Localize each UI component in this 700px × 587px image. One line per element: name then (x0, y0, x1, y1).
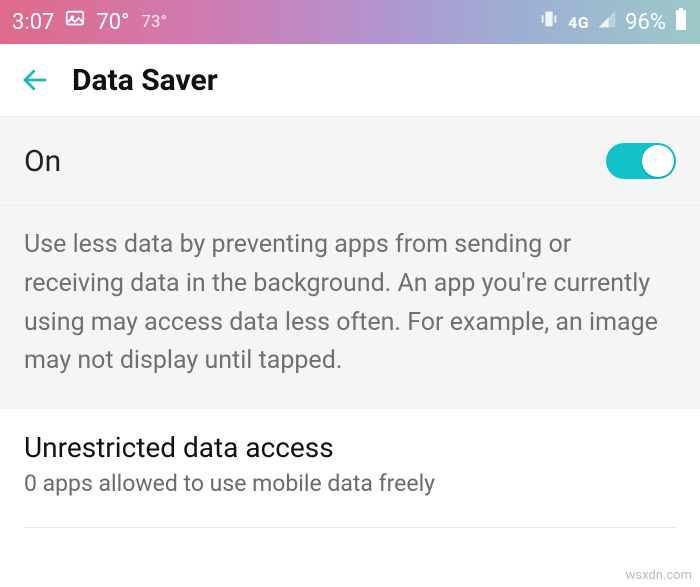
divider (24, 527, 676, 528)
toggle-label: On (24, 144, 61, 179)
unrestricted-data-access-item[interactable]: Unrestricted data access 0 apps allowed … (0, 409, 700, 513)
battery-percent: 96% (625, 10, 666, 35)
signal-icon (597, 9, 617, 35)
unrestricted-title: Unrestricted data access (24, 431, 676, 464)
status-left: 3:07 70° 73° (12, 8, 167, 36)
data-saver-toggle-row[interactable]: On (0, 116, 700, 206)
unrestricted-subtitle: 0 apps allowed to use mobile data freely (24, 470, 676, 497)
app-bar: Data Saver (0, 44, 700, 116)
vibrate-icon (538, 8, 560, 36)
status-time: 3:07 (12, 10, 54, 35)
status-temp-secondary: 73° (141, 12, 166, 32)
description-text: Use less data by preventing apps from se… (0, 206, 700, 409)
status-temp-primary: 70° (96, 10, 129, 35)
status-right: 4G 96% (538, 7, 688, 37)
status-bar: 3:07 70° 73° 4G 96% (0, 0, 700, 44)
watermark: wsxdn.com (626, 568, 692, 583)
back-button[interactable] (20, 65, 50, 95)
data-saver-switch[interactable] (606, 143, 676, 179)
page-title: Data Saver (72, 63, 218, 98)
network-type-label: 4G (568, 13, 589, 32)
picture-icon (64, 8, 86, 36)
battery-icon (674, 7, 688, 37)
switch-knob (642, 145, 674, 177)
